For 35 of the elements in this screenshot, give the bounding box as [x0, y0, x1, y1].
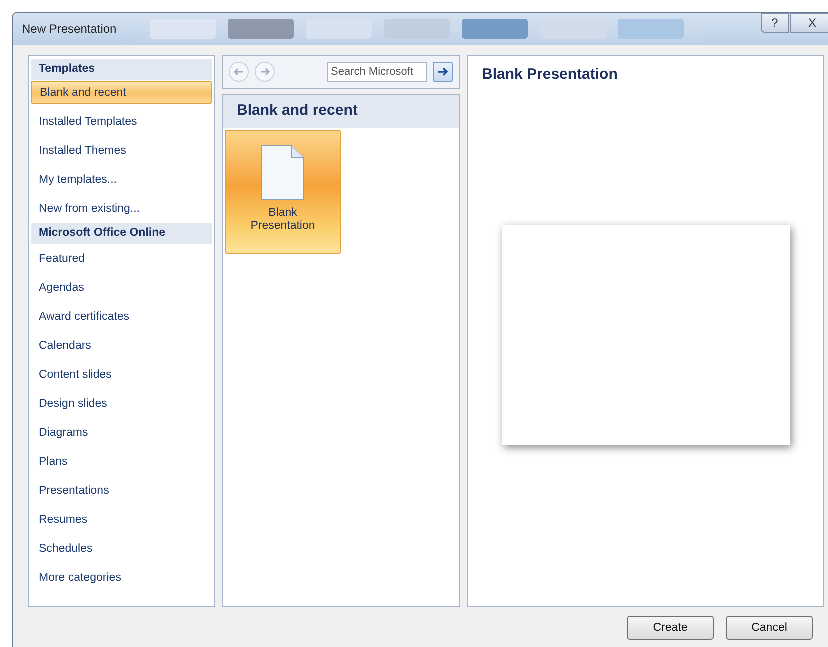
- document-icon: [261, 145, 305, 201]
- category-item[interactable]: Presentations: [31, 476, 212, 505]
- category-item[interactable]: Installed Themes: [31, 136, 212, 165]
- category-item[interactable]: Resumes: [31, 505, 212, 534]
- category-item[interactable]: Agendas: [31, 273, 212, 302]
- dialog-button[interactable]: Create: [627, 616, 714, 640]
- category-item[interactable]: Diagrams: [31, 418, 212, 447]
- search-go-button[interactable]: [433, 62, 453, 82]
- preview-title: Blank Presentation: [481, 65, 619, 85]
- category-item[interactable]: Plans: [31, 447, 212, 476]
- category-item[interactable]: Award certificates: [31, 302, 212, 331]
- template-tile[interactable]: Blank Presentation: [225, 130, 341, 254]
- gallery-title: Blank and recent: [223, 95, 459, 128]
- category-item[interactable]: Content slides: [31, 360, 212, 389]
- forward-button[interactable]: [255, 62, 275, 82]
- category-item[interactable]: More categories: [31, 563, 212, 592]
- arrow-icon: [437, 66, 449, 78]
- category-item[interactable]: Blank and recent: [31, 81, 212, 104]
- forward-arrow-icon: [259, 66, 271, 78]
- help-button[interactable]: ?: [761, 13, 789, 33]
- dialog-button[interactable]: Cancel: [726, 616, 813, 640]
- category-item[interactable]: Featured: [31, 244, 212, 273]
- category-item[interactable]: My templates...: [31, 165, 212, 194]
- category-item[interactable]: New from existing...: [31, 194, 212, 223]
- category-item[interactable]: Installed Templates: [31, 107, 212, 136]
- category-item[interactable]: Design slides: [31, 389, 212, 418]
- category-item[interactable]: Calendars: [31, 331, 212, 360]
- back-button[interactable]: [229, 62, 249, 82]
- window-title: New Presentation: [21, 22, 118, 36]
- search-field[interactable]: Search Microsoft: [327, 62, 427, 82]
- section-header: Microsoft Office Online: [31, 223, 212, 244]
- category-item[interactable]: Schedules: [31, 534, 212, 563]
- close-button[interactable]: X: [790, 13, 828, 33]
- back-arrow-icon: [233, 66, 245, 78]
- section-header: Templates: [31, 59, 212, 80]
